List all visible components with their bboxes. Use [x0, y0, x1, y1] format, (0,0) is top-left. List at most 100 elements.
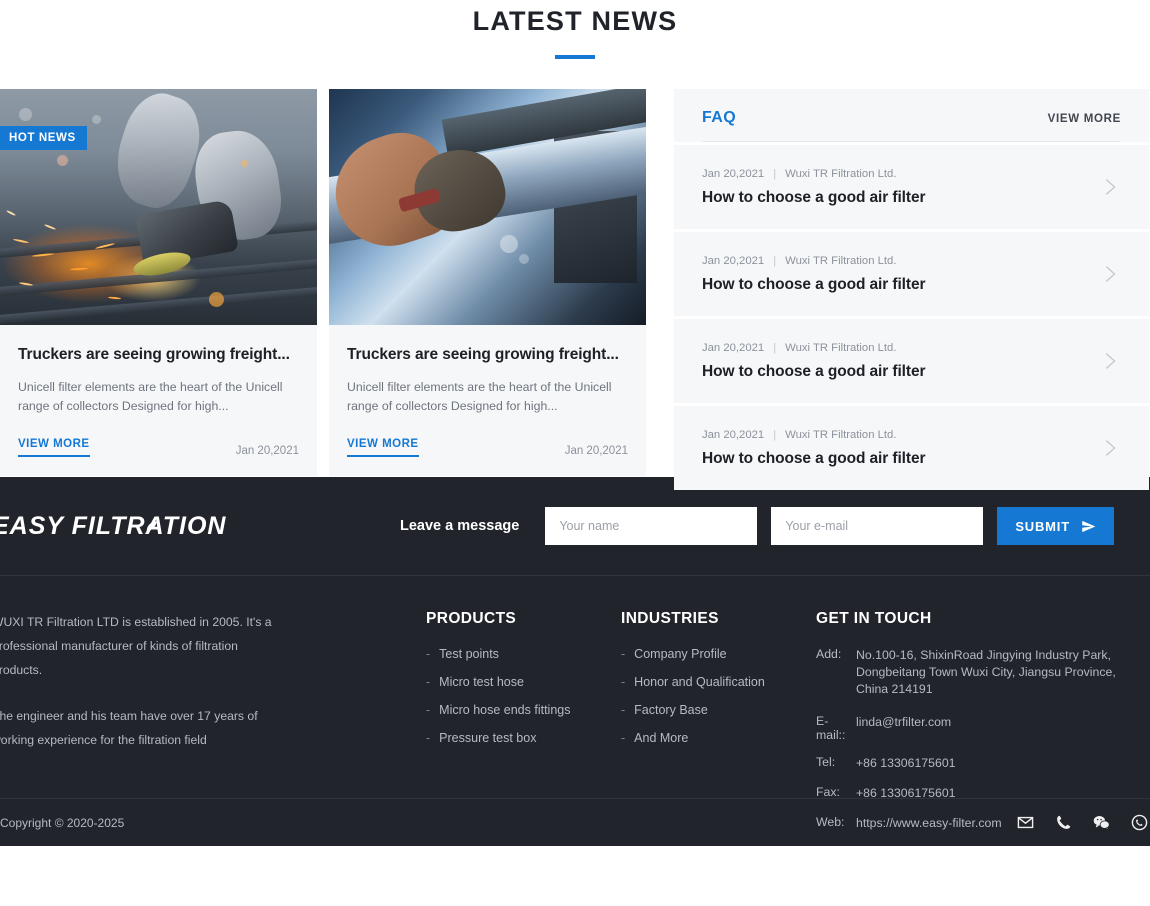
leave-message-label: Leave a message [400, 518, 519, 534]
email-input[interactable] [771, 507, 983, 545]
faq-item-meta: Jan 20,2021 | Wuxi TR Filtration Ltd. [702, 429, 925, 441]
page-title: LATEST NEWS [0, 4, 1150, 38]
industries-column-title: INDUSTRIES [621, 610, 816, 628]
footer-link-label: Factory Base [634, 703, 708, 717]
news-card-description: Unicell filter elements are the heart of… [18, 378, 299, 416]
dash-bullet-icon: - [621, 675, 625, 689]
faq-panel: FAQ VIEW MORE Jan 20,2021 | Wuxi TR Filt… [674, 89, 1149, 490]
footer-industries-column: INDUSTRIES -Company Profile -Honor and Q… [621, 610, 816, 798]
faq-item-date: Jan 20,2021 [702, 342, 764, 354]
contact-column-title: GET IN TOUCH [816, 610, 1134, 628]
faq-item-date: Jan 20,2021 [702, 429, 764, 441]
news-card-description: Unicell filter elements are the heart of… [347, 378, 628, 416]
faq-item-date: Jan 20,2021 [702, 168, 764, 180]
contact-key: Web: [816, 815, 856, 832]
faq-item-source: Wuxi TR Filtration Ltd. [785, 342, 896, 354]
leave-message-bar: EASY FILTRATION Leave a message SUBMIT [0, 477, 1150, 576]
faq-item-source: Wuxi TR Filtration Ltd. [785, 255, 896, 267]
contact-key: Add: [816, 647, 856, 698]
faq-item-question: How to choose a good air filter [702, 276, 925, 294]
press-brake-sheet-metal-photo [329, 89, 646, 325]
whatsapp-icon[interactable] [1131, 814, 1148, 831]
footer-logo[interactable]: EASY FILTRATION [0, 512, 400, 541]
footer-about-column: WUXI TR Filtration LTD is established in… [0, 610, 392, 798]
faq-meta-separator: | [773, 342, 776, 354]
news-card[interactable]: Truckers are seeing growing freight... U… [329, 89, 646, 476]
leaf-icon [143, 520, 158, 535]
footer-link-label: Company Profile [634, 647, 726, 661]
faq-panel-header: FAQ VIEW MORE [674, 89, 1149, 142]
about-paragraph: The engineer and his team have over 17 y… [0, 704, 290, 752]
footer-link-label: Honor and Qualification [634, 675, 765, 689]
footer-link-item[interactable]: -Micro hose ends fittings [426, 703, 621, 717]
about-paragraph: WUXI TR Filtration LTD is established in… [0, 610, 290, 682]
faq-list-item[interactable]: Jan 20,2021 | Wuxi TR Filtration Ltd. Ho… [674, 403, 1149, 490]
contact-key: E-mail:: [816, 714, 856, 742]
products-column-title: PRODUCTS [426, 610, 621, 628]
contact-key: Tel: [816, 755, 856, 772]
news-card-date: Jan 20,2021 [236, 445, 299, 457]
footer-link-item[interactable]: -Company Profile [621, 647, 816, 661]
faq-item-date: Jan 20,2021 [702, 255, 764, 267]
footer-columns: WUXI TR Filtration LTD is established in… [0, 576, 1150, 798]
view-more-link[interactable]: VIEW MORE [18, 438, 90, 457]
news-card-media: HOT NEWS [0, 89, 317, 325]
faq-item-meta: Jan 20,2021 | Wuxi TR Filtration Ltd. [702, 168, 925, 180]
contact-value[interactable]: linda@trfilter.com [856, 714, 951, 742]
footer-link-item[interactable]: -Factory Base [621, 703, 816, 717]
news-card-footer: VIEW MORE Jan 20,2021 [347, 438, 628, 457]
footer-link-label: Micro test hose [439, 675, 524, 689]
contact-row-address: Add: No.100-16, ShixinRoad Jingying Indu… [816, 647, 1134, 698]
dash-bullet-icon: - [621, 647, 625, 661]
faq-item-meta: Jan 20,2021 | Wuxi TR Filtration Ltd. [702, 255, 925, 267]
faq-meta-separator: | [773, 168, 776, 180]
footer-link-item[interactable]: -Honor and Qualification [621, 675, 816, 689]
email-icon[interactable] [1017, 814, 1034, 831]
phone-icon[interactable] [1055, 814, 1072, 831]
dash-bullet-icon: - [426, 675, 430, 689]
news-card-title: Truckers are seeing growing freight... [347, 345, 628, 365]
news-card-title: Truckers are seeing growing freight... [18, 345, 299, 365]
footer-link-label: And More [634, 731, 688, 745]
news-card-body: Truckers are seeing growing freight... U… [0, 325, 317, 457]
faq-meta-separator: | [773, 429, 776, 441]
footer-link-item[interactable]: -Pressure test box [426, 731, 621, 745]
news-card[interactable]: HOT NEWS Truckers are seeing growing fre… [0, 89, 317, 476]
title-underline-rule [555, 55, 595, 59]
faq-item-meta: Jan 20,2021 | Wuxi TR Filtration Ltd. [702, 342, 925, 354]
faq-title: FAQ [702, 109, 736, 127]
dash-bullet-icon: - [621, 703, 625, 717]
contact-value: No.100-16, ShixinRoad Jingying Industry … [856, 647, 1128, 698]
contact-value[interactable]: https://www.easy-filter.com [856, 815, 1002, 832]
faq-item-source: Wuxi TR Filtration Ltd. [785, 168, 896, 180]
faq-view-more-link[interactable]: VIEW MORE [1048, 113, 1121, 125]
chevron-right-icon [1099, 176, 1121, 198]
faq-item-question: How to choose a good air filter [702, 189, 925, 207]
logo-text: EASY FILTRATION [0, 512, 400, 541]
copyright-text: Copyright © 2020-2025 [0, 816, 124, 830]
chevron-right-icon [1099, 437, 1121, 459]
faq-list-item[interactable]: Jan 20,2021 | Wuxi TR Filtration Ltd. Ho… [674, 142, 1149, 229]
view-more-link[interactable]: VIEW MORE [347, 438, 419, 457]
dash-bullet-icon: - [621, 731, 625, 745]
social-icons-group [1017, 814, 1148, 831]
contact-value: +86 13306175601 [856, 755, 956, 772]
faq-list-item[interactable]: Jan 20,2021 | Wuxi TR Filtration Ltd. Ho… [674, 229, 1149, 316]
send-plane-icon [1081, 519, 1096, 534]
faq-list-item[interactable]: Jan 20,2021 | Wuxi TR Filtration Ltd. Ho… [674, 316, 1149, 403]
news-card-footer: VIEW MORE Jan 20,2021 [18, 438, 299, 457]
contact-value: +86 13306175601 [856, 785, 956, 802]
footer-link-item[interactable]: -Micro test hose [426, 675, 621, 689]
dash-bullet-icon: - [426, 647, 430, 661]
footer-link-label: Test points [439, 647, 499, 661]
dash-bullet-icon: - [426, 703, 430, 717]
name-input[interactable] [545, 507, 757, 545]
news-card-body: Truckers are seeing growing freight... U… [329, 325, 646, 457]
footer-link-item[interactable]: -And More [621, 731, 816, 745]
wechat-icon[interactable] [1093, 814, 1110, 831]
submit-button-label: SUBMIT [1015, 519, 1070, 534]
submit-button[interactable]: SUBMIT [997, 507, 1114, 545]
dash-bullet-icon: - [426, 731, 430, 745]
footer-link-item[interactable]: -Test points [426, 647, 621, 661]
chevron-right-icon [1099, 263, 1121, 285]
